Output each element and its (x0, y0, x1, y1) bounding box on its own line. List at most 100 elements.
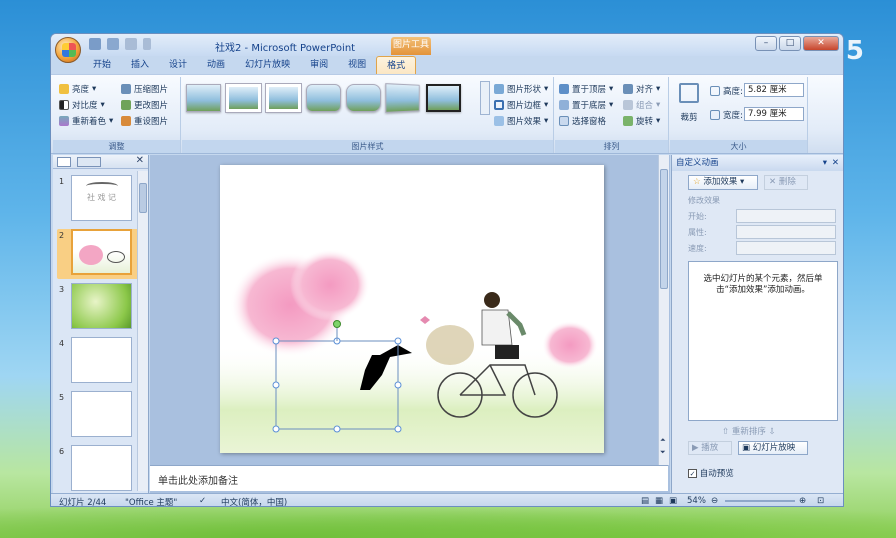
slide-thumbnail-5[interactable]: 5 (57, 391, 145, 441)
group-label-picture-styles: 图片样式 (182, 140, 553, 153)
office-button[interactable] (55, 37, 81, 63)
rotate-button[interactable]: 旋转 ▾ (623, 115, 660, 127)
change-picture-button[interactable]: 更改图片 (121, 99, 168, 111)
editor-scroll-thumb[interactable] (660, 169, 668, 289)
send-to-back-button[interactable]: 置于底层 ▾ (559, 99, 613, 111)
resize-handle[interactable] (394, 337, 402, 345)
slide-illustration (220, 249, 604, 453)
zoom-slider[interactable] (725, 500, 795, 502)
redo-icon[interactable] (125, 38, 137, 50)
send-to-back-icon (559, 100, 569, 110)
next-slide-icon[interactable]: ⏷ (660, 448, 666, 457)
tab-review[interactable]: 审阅 (300, 56, 338, 74)
notes-area[interactable]: 单击此处添加备注 (150, 465, 668, 491)
recolor-button[interactable]: 重新着色 ▾ (59, 115, 113, 127)
prev-slide-icon[interactable]: ⏶ (660, 436, 666, 445)
picture-effects-button[interactable]: 图片效果 ▾ (494, 115, 548, 127)
picture-style-option[interactable] (306, 84, 341, 112)
slideshow-button[interactable]: ▣ 幻灯片放映 (738, 441, 808, 455)
zoom-level[interactable]: 54% (687, 496, 706, 506)
selection-pane-button[interactable]: 选择窗格 (559, 115, 606, 127)
slide-thumbnail-2[interactable]: 2 (57, 229, 145, 279)
animation-list[interactable]: 选中幻灯片的某个元素，然后单击“添加效果”添加动画。 (688, 261, 838, 421)
resize-handle[interactable] (333, 425, 341, 433)
tab-home[interactable]: 开始 (83, 56, 121, 74)
picture-style-option[interactable] (346, 84, 381, 112)
save-icon[interactable] (89, 38, 101, 50)
contrast-button[interactable]: 对比度 ▾ (59, 99, 105, 111)
group-objects-button[interactable]: 组合 ▾ (623, 99, 660, 111)
bring-to-front-button[interactable]: 置于顶层 ▾ (559, 83, 613, 95)
speed-select[interactable] (736, 241, 836, 255)
slides-panel-scrollbar[interactable] (137, 171, 148, 491)
reset-picture-button[interactable]: 重设图片 (121, 115, 168, 127)
compress-pictures-button[interactable]: 压缩图片 (121, 83, 168, 95)
rotate-icon (623, 116, 633, 126)
tab-insert[interactable]: 插入 (121, 56, 159, 74)
gallery-scroll[interactable] (480, 81, 490, 115)
slide-thumbnail-3[interactable]: 3 (57, 283, 145, 333)
tab-slides-icon[interactable] (57, 157, 71, 167)
slide-canvas[interactable] (220, 165, 604, 453)
tab-view[interactable]: 视图 (338, 56, 376, 74)
editor-scrollbar[interactable]: ⏶ ⏷ (658, 155, 669, 465)
flower-basket (426, 325, 474, 365)
crop-button[interactable]: 裁剪 (674, 81, 704, 129)
undo-icon[interactable] (107, 38, 119, 50)
spellcheck-icon[interactable]: ✓ (199, 496, 206, 506)
group-adjust: 亮度 ▾ 对比度 ▾ 重新着色 ▾ 压缩图片 更改图片 重设图片 调整 (53, 77, 181, 153)
property-select[interactable] (736, 225, 836, 239)
picture-style-option[interactable] (265, 83, 302, 113)
grass-area (220, 345, 604, 453)
zoom-in-icon[interactable]: ⊕ (799, 496, 806, 506)
start-select[interactable] (736, 209, 836, 223)
tab-animations[interactable]: 动画 (197, 56, 235, 74)
picture-style-option-selected[interactable] (426, 84, 461, 112)
slide-2-bike (107, 251, 125, 263)
slideshow-view-icon[interactable]: ▣ (669, 496, 677, 506)
slides-panel: ✕ 1 社 戏 记 2 3 4 5 6 (53, 155, 149, 493)
height-input[interactable]: 5.82 厘米 (744, 83, 804, 97)
picture-style-option[interactable] (385, 83, 420, 113)
slide-thumbnail-6[interactable]: 6 (57, 445, 145, 495)
picture-style-option[interactable] (225, 83, 262, 113)
picture-shape-button[interactable]: 图片形状 ▾ (494, 83, 548, 95)
close-button[interactable]: ✕ (803, 36, 839, 51)
task-pane-close-icon[interactable]: ✕ (832, 155, 839, 171)
tab-outline-icon[interactable] (77, 157, 101, 167)
group-arrange: 置于顶层 ▾ 置于底层 ▾ 选择窗格 对齐 ▾ 组合 ▾ 旋转 ▾ 排列 (555, 77, 669, 153)
slide-thumbnail-1[interactable]: 1 社 戏 记 (57, 175, 145, 225)
resize-handle[interactable] (272, 337, 280, 345)
picture-border-button[interactable]: 图片边框 ▾ (494, 99, 548, 111)
fit-to-window-icon[interactable]: ⊡ (817, 496, 824, 506)
minimize-button[interactable]: – (755, 36, 777, 51)
zoom-out-icon[interactable]: ⊖ (711, 496, 718, 506)
picture-style-option[interactable] (186, 84, 221, 112)
tab-design[interactable]: 设计 (159, 56, 197, 74)
animation-hint: 选中幻灯片的某个元素，然后单击“添加效果”添加动画。 (703, 274, 823, 295)
autopreview-checkbox[interactable]: ✓ 自动预览 (688, 467, 734, 479)
scroll-thumb[interactable] (139, 183, 147, 213)
rotate-handle[interactable] (333, 320, 341, 328)
add-effect-button[interactable]: ☆ 添加效果 ▾ (688, 175, 758, 190)
resize-handle[interactable] (272, 425, 280, 433)
tab-slideshow[interactable]: 幻灯片放映 (235, 56, 300, 74)
resize-handle[interactable] (394, 381, 402, 389)
play-button[interactable]: ▶ 播放 (688, 441, 732, 455)
maximize-button[interactable]: □ (779, 36, 801, 51)
resize-handle[interactable] (394, 425, 402, 433)
align-button[interactable]: 对齐 ▾ (623, 83, 660, 95)
width-input[interactable]: 7.99 厘米 (744, 107, 804, 121)
move-up-icon[interactable]: ⇧ (722, 427, 729, 437)
task-pane-menu-icon[interactable]: ▾ (823, 155, 827, 171)
slide-sorter-icon[interactable]: ▦ (655, 496, 663, 506)
normal-view-icon[interactable]: ▤ (641, 496, 649, 506)
brightness-button[interactable]: 亮度 ▾ (59, 83, 96, 95)
move-down-icon[interactable]: ⇩ (769, 427, 776, 437)
remove-button[interactable]: ✕ 删除 (764, 175, 808, 190)
customize-qat-icon[interactable] (143, 38, 151, 50)
tab-format[interactable]: 格式 (376, 56, 417, 74)
close-panel-icon[interactable]: ✕ (136, 155, 144, 166)
resize-handle[interactable] (272, 381, 280, 389)
slide-thumbnail-4[interactable]: 4 (57, 337, 145, 387)
